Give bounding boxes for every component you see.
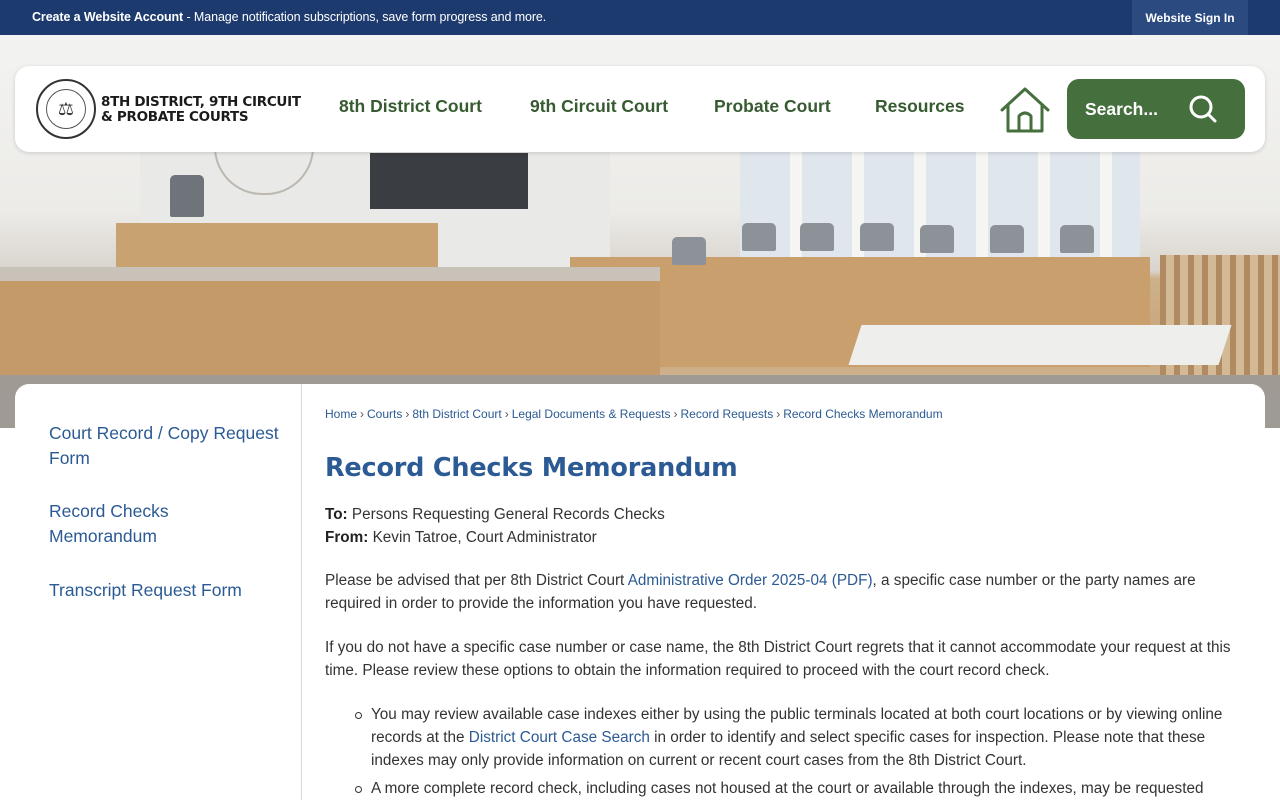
create-account-message[interactable]: Create a Website Account - Manage notifi…	[32, 10, 546, 24]
hero-chair	[990, 225, 1024, 253]
website-sign-in-button[interactable]: Website Sign In	[1132, 0, 1248, 35]
list-item: You may review available case indexes ei…	[325, 703, 1250, 772]
list-item: A more complete record check, including …	[325, 777, 1250, 800]
nav-resources[interactable]: Resources	[875, 96, 965, 117]
paragraph-admin-order: Please be advised that per 8th District …	[325, 569, 1250, 615]
nav-8th-district-court[interactable]: 8th District Court	[339, 96, 482, 117]
breadcrumb-legal-documents[interactable]: Legal Documents & Requests	[512, 407, 671, 421]
hero-chair	[742, 223, 776, 251]
search-icon[interactable]	[1187, 93, 1219, 125]
nav-9th-circuit-court[interactable]: 9th Circuit Court	[530, 96, 668, 117]
page-title: Record Checks Memorandum	[325, 453, 738, 483]
breadcrumb-courts[interactable]: Courts	[367, 407, 402, 421]
search-box	[1067, 79, 1245, 139]
hero-judge-chair	[170, 175, 204, 217]
hero-chair	[800, 223, 834, 251]
sidebar-item-record-checks-memorandum[interactable]: Record Checks Memorandum	[49, 499, 209, 549]
search-input[interactable]	[1085, 97, 1195, 121]
hero-chair	[920, 225, 954, 253]
home-icon[interactable]	[999, 86, 1051, 134]
nav-probate-court[interactable]: Probate Court	[714, 96, 831, 117]
hero-bench-top	[0, 267, 660, 281]
site-header: ⚖ 8TH DISTRICT, 9TH CIRCUIT & PROBATE CO…	[15, 66, 1265, 152]
site-logo-text[interactable]: 8TH DISTRICT, 9TH CIRCUIT & PROBATE COUR…	[101, 95, 301, 125]
hero-chair	[1060, 225, 1094, 253]
memo-to-line: To: Persons Requesting General Records C…	[325, 503, 1250, 526]
memo-from-label: From:	[325, 529, 369, 546]
options-list: You may review available case indexes ei…	[325, 703, 1250, 800]
logo-line-1: 8TH DISTRICT, 9TH CIRCUIT	[101, 94, 301, 110]
memo-header: To: Persons Requesting General Records C…	[325, 503, 1250, 549]
create-account-link[interactable]: Create a Website Account	[32, 10, 183, 24]
court-seal-logo[interactable]: ⚖	[36, 79, 96, 139]
memo-to-label: To:	[325, 506, 348, 523]
memo-to-value: Persons Requesting General Records Check…	[347, 506, 665, 523]
sidebar-nav: Court Record / Copy Request Form Record …	[15, 384, 302, 800]
top-banner: Create a Website Account - Manage notifi…	[0, 0, 1280, 35]
hero-judge-bench	[116, 223, 438, 271]
breadcrumb: Home › Courts › 8th District Court › Legal Doc…	[325, 407, 943, 421]
hero-chair	[672, 237, 706, 265]
district-court-case-search-link[interactable]: District Court Case Search	[469, 729, 650, 746]
content-card: Court Record / Copy Request Form Record …	[15, 384, 1265, 800]
memo-from-value: Kevin Tatroe, Court Administrator	[368, 529, 597, 546]
paragraph-text: Please be advised that per 8th District …	[325, 572, 628, 589]
sidebar-item-court-record-copy-request-form[interactable]: Court Record / Copy Request Form	[49, 421, 279, 471]
list-item-text: A more complete record check, including …	[371, 780, 1204, 797]
logo-line-2: & PROBATE COURTS	[101, 109, 249, 125]
seal-emblem-icon: ⚖	[46, 89, 86, 129]
memo-from-line: From: Kevin Tatroe, Court Administrator	[325, 526, 1250, 549]
hero-monitor	[370, 153, 528, 209]
sidebar-item-transcript-request-form[interactable]: Transcript Request Form	[49, 578, 279, 603]
breadcrumb-8th-district-court[interactable]: 8th District Court	[412, 407, 501, 421]
administrative-order-link[interactable]: Administrative Order 2025-04 (PDF)	[628, 572, 873, 589]
create-account-description: - Manage notification subscriptions, sav…	[183, 10, 547, 24]
paragraph-no-case-number: If you do not have a specific case numbe…	[325, 639, 1231, 679]
hero-counsel-table	[848, 325, 1232, 365]
breadcrumb-current-page[interactable]: Record Checks Memorandum	[783, 407, 942, 421]
hero-chair	[860, 223, 894, 251]
breadcrumb-record-requests[interactable]: Record Requests	[680, 407, 773, 421]
breadcrumb-home[interactable]: Home	[325, 407, 357, 421]
